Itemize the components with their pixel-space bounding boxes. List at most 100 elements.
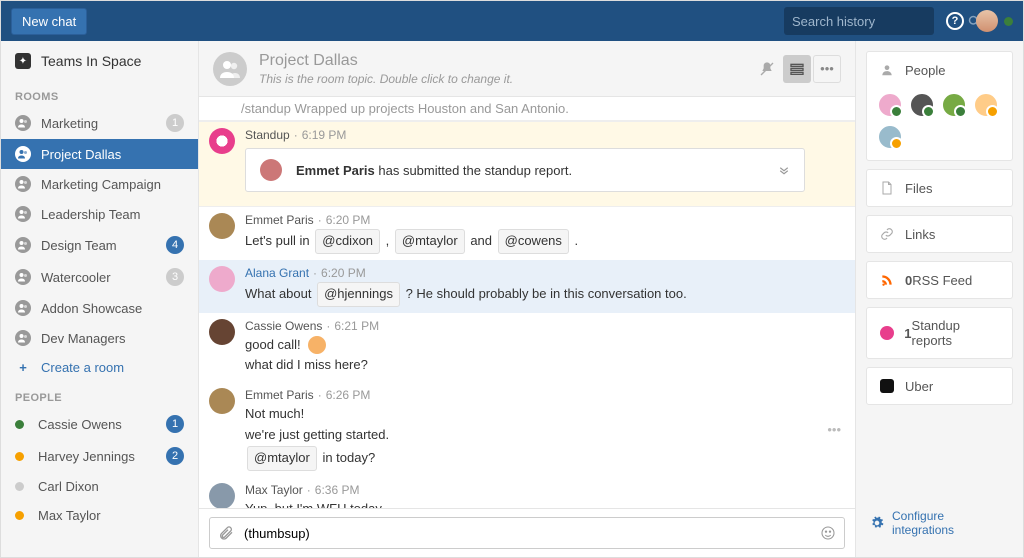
user-avatar: [209, 388, 235, 414]
mention-chip[interactable]: @cowens: [498, 229, 569, 254]
sidebar-room-addon-showcase[interactable]: Addon Showcase: [1, 293, 198, 323]
member-avatar[interactable]: [973, 92, 999, 118]
emoji-picker-icon[interactable]: [820, 525, 836, 541]
people-icon: [15, 206, 31, 222]
standup-report-card[interactable]: Emmet Paris has submitted the standup re…: [245, 148, 805, 192]
member-avatar[interactable]: [909, 92, 935, 118]
files-card[interactable]: Files: [866, 169, 1013, 207]
mention-chip[interactable]: @hjennings: [317, 282, 400, 307]
standup-bot-avatar: [209, 128, 235, 154]
message-sender: Emmet Paris: [245, 213, 314, 227]
user-avatar: [209, 266, 235, 292]
room-label: Marketing Campaign: [41, 177, 184, 192]
mute-icon[interactable]: [753, 55, 781, 83]
presence-dot: [15, 452, 24, 461]
people-card[interactable]: People: [866, 51, 1013, 161]
configure-label: Configure integrations: [892, 509, 1009, 537]
sidebar-person-cassie-owens[interactable]: Cassie Owens1: [1, 408, 198, 440]
room-label: Marketing: [41, 116, 166, 131]
sidebar-room-marketing-campaign[interactable]: Marketing Campaign: [1, 169, 198, 199]
message-time: 6:26 PM: [326, 388, 371, 402]
message-row: Emmet Paris·6:20 PM Let's pull in @cdixo…: [199, 207, 855, 260]
topbar: New chat ?: [1, 1, 1023, 41]
people-header: PEOPLE: [1, 382, 198, 408]
sidebar-room-marketing[interactable]: Marketing1: [1, 107, 198, 139]
sidebar-room-design-team[interactable]: Design Team4: [1, 229, 198, 261]
sidebar-person-harvey-jennings[interactable]: Harvey Jennings2: [1, 440, 198, 472]
standup-icon: [879, 325, 894, 341]
search-history[interactable]: [784, 7, 934, 35]
rss-card[interactable]: 0 RSS Feed: [866, 261, 1013, 299]
cropped-message: /standup Wrapped up projects Houston and…: [199, 97, 855, 121]
workspace-logo-icon: ✦: [15, 53, 31, 69]
workspace-header[interactable]: ✦ Teams In Space: [1, 41, 198, 81]
people-icon: [15, 300, 31, 316]
sidebar-room-dev-managers[interactable]: Dev Managers: [1, 323, 198, 353]
standup-message: Standup·6:19 PM Emmet Paris has submitte…: [199, 121, 855, 207]
room-label: Addon Showcase: [41, 301, 184, 316]
sidebar-person-max-taylor[interactable]: Max Taylor: [1, 501, 198, 530]
sidebar-person-carl-dixon[interactable]: Carl Dixon: [1, 472, 198, 501]
uber-card[interactable]: Uber: [866, 367, 1013, 405]
composer: [199, 508, 855, 557]
message-sender: Emmet Paris: [245, 388, 314, 402]
person-label: Max Taylor: [38, 508, 184, 523]
chat-header: Project Dallas This is the room topic. D…: [199, 41, 855, 97]
message-body: Not much! we're just getting started. @m…: [245, 404, 827, 470]
uber-label: Uber: [905, 379, 933, 394]
standup-count: 1: [904, 326, 911, 341]
member-avatar[interactable]: [877, 124, 903, 150]
person-label: Cassie Owens: [38, 417, 166, 432]
message-body: Yup, but I'm WFH today.: [245, 499, 841, 508]
message-sender: Max Taylor: [245, 483, 303, 497]
sidebar-toggle-icon[interactable]: [783, 55, 811, 83]
attachment-icon[interactable]: [218, 525, 234, 541]
message-input[interactable]: [244, 526, 820, 541]
standup-reports-card[interactable]: 1 Standup reports: [866, 307, 1013, 359]
person-label: Carl Dixon: [38, 479, 184, 494]
new-chat-button[interactable]: New chat: [11, 8, 87, 35]
more-icon[interactable]: •••: [813, 55, 841, 83]
message-body: What about @hjennings ? He should probab…: [245, 282, 841, 307]
sidebar-room-leadership-team[interactable]: Leadership Team: [1, 199, 198, 229]
people-icon: [15, 330, 31, 346]
configure-integrations-link[interactable]: Configure integrations: [866, 499, 1013, 547]
file-icon: [879, 180, 895, 196]
people-icon: [15, 269, 31, 285]
create-room-link[interactable]: + Create a room: [1, 353, 198, 382]
compose-box[interactable]: [209, 517, 845, 549]
mention-chip[interactable]: @mtaylor: [247, 446, 317, 471]
member-avatar[interactable]: [941, 92, 967, 118]
message-sender: Cassie Owens: [245, 319, 322, 333]
message-time: 6:20 PM: [326, 213, 371, 227]
message-time: 6:36 PM: [315, 483, 360, 497]
plus-icon: +: [15, 360, 31, 375]
unread-badge: 1: [166, 415, 184, 433]
message-actions-icon[interactable]: •••: [827, 422, 841, 437]
message-time: 6:19 PM: [302, 128, 347, 142]
message-sender: Alana Grant: [245, 266, 309, 280]
expand-icon[interactable]: [778, 164, 790, 176]
rooms-header: ROOMS: [1, 81, 198, 107]
reporter-avatar: [260, 159, 282, 181]
room-label: Leadership Team: [41, 207, 184, 222]
messages-pane[interactable]: /standup Wrapped up projects Houston and…: [199, 97, 855, 508]
gear-icon: [870, 516, 884, 530]
help-icon[interactable]: ?: [946, 12, 964, 30]
chat-topic[interactable]: This is the room topic. Double click to …: [259, 72, 513, 86]
message-row: Max Taylor·6:36 PM Yup, but I'm WFH toda…: [199, 477, 855, 508]
current-user-avatar[interactable]: [976, 10, 998, 32]
people-label: People: [905, 63, 945, 78]
member-avatar[interactable]: [877, 92, 903, 118]
people-icon: [15, 176, 31, 192]
message-time: 6:21 PM: [334, 319, 379, 333]
mention-chip[interactable]: @cdixon: [315, 229, 380, 254]
sidebar-room-project-dallas[interactable]: Project Dallas: [1, 139, 198, 169]
workspace-name: Teams In Space: [41, 53, 141, 69]
search-input[interactable]: [792, 14, 968, 29]
sidebar-room-watercooler[interactable]: Watercooler3: [1, 261, 198, 293]
sidebar: ✦ Teams In Space ROOMS Marketing1Project…: [1, 41, 199, 557]
mention-chip[interactable]: @mtaylor: [395, 229, 465, 254]
links-card[interactable]: Links: [866, 215, 1013, 253]
standup-label: Standup reports: [912, 318, 1000, 348]
